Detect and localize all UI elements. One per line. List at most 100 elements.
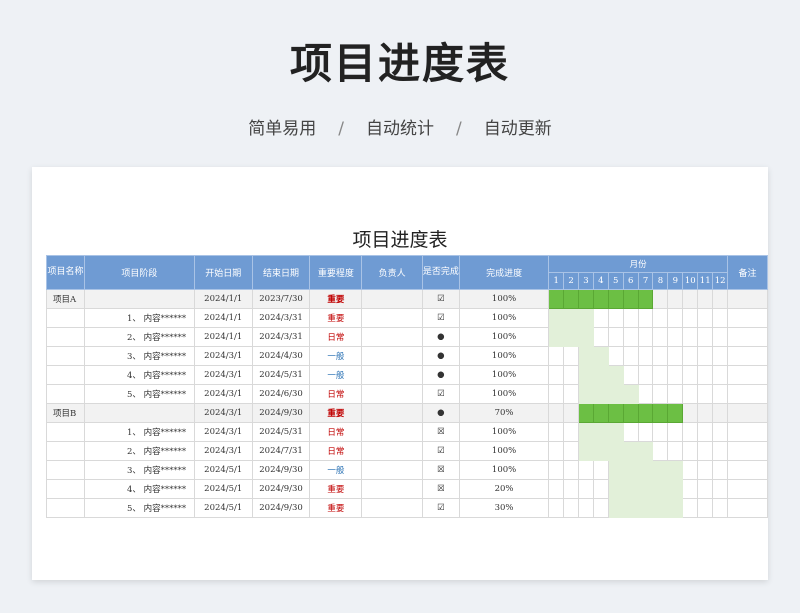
gantt-cell[interactable]	[548, 460, 565, 480]
cell-note[interactable]	[727, 346, 768, 366]
cell-progress[interactable]: 100%	[458, 308, 550, 328]
gantt-cell[interactable]	[563, 365, 580, 385]
gantt-cell[interactable]	[548, 365, 565, 385]
gantt-cell[interactable]	[712, 403, 729, 423]
gantt-cell[interactable]	[578, 308, 594, 328]
gantt-cell[interactable]	[682, 308, 699, 328]
gantt-cell[interactable]	[652, 479, 669, 499]
gantt-cell[interactable]	[697, 365, 714, 385]
gantt-cell[interactable]	[548, 289, 565, 309]
cell-owner[interactable]	[361, 384, 423, 404]
cell-note[interactable]	[727, 289, 768, 309]
cell-start-date[interactable]: 2024/3/1	[193, 441, 253, 461]
gantt-cell[interactable]	[697, 460, 714, 480]
gantt-cell[interactable]	[578, 422, 594, 442]
month-header-cell[interactable]: 10	[682, 272, 699, 290]
cell-stage[interactable]	[83, 289, 195, 309]
cell-owner[interactable]	[361, 308, 423, 328]
cell-owner[interactable]	[361, 327, 423, 347]
gantt-cell[interactable]	[607, 384, 624, 404]
gantt-cell[interactable]	[622, 327, 639, 347]
gantt-cell[interactable]	[667, 308, 684, 328]
gantt-cell[interactable]	[607, 460, 624, 480]
gantt-cell[interactable]	[682, 365, 699, 385]
cell-end-date[interactable]: 2024/3/31	[251, 308, 311, 328]
cell-project-name[interactable]	[46, 460, 85, 480]
cell-done-status[interactable]: ●	[421, 327, 460, 347]
gantt-cell[interactable]	[712, 384, 729, 404]
gantt-cell[interactable]	[712, 346, 729, 366]
cell-stage[interactable]: 5、 内容******	[83, 384, 195, 404]
cell-importance[interactable]: 重要	[309, 498, 363, 518]
gantt-cell[interactable]	[652, 384, 669, 404]
gantt-cell[interactable]	[682, 422, 699, 442]
cell-done-status[interactable]: ☑	[421, 441, 460, 461]
gantt-cell[interactable]	[697, 289, 714, 309]
gantt-cell[interactable]	[578, 365, 594, 385]
gantt-cell[interactable]	[652, 327, 669, 347]
cell-owner[interactable]	[361, 365, 423, 385]
cell-end-date[interactable]: 2024/9/30	[251, 460, 311, 480]
gantt-cell[interactable]	[563, 403, 580, 423]
gantt-cell[interactable]	[563, 308, 580, 328]
gantt-cell[interactable]	[652, 308, 669, 328]
month-header-cell[interactable]: 1	[548, 272, 565, 290]
gantt-cell[interactable]	[667, 346, 684, 366]
gantt-cell[interactable]	[592, 422, 609, 442]
cell-importance[interactable]: 重要	[309, 308, 363, 328]
cell-done-status[interactable]: ☑	[421, 384, 460, 404]
gantt-cell[interactable]	[697, 327, 714, 347]
cell-project-name[interactable]	[46, 498, 85, 518]
cell-stage[interactable]: 1、 内容******	[83, 308, 195, 328]
gantt-cell[interactable]	[652, 289, 669, 309]
cell-start-date[interactable]: 2024/5/1	[193, 498, 253, 518]
cell-project-name[interactable]: 项目A	[46, 289, 85, 309]
gantt-cell[interactable]	[682, 441, 699, 461]
gantt-cell[interactable]	[607, 498, 624, 518]
cell-importance[interactable]: 重要	[309, 403, 363, 423]
cell-start-date[interactable]: 2024/3/1	[193, 365, 253, 385]
gantt-cell[interactable]	[682, 346, 699, 366]
cell-done-status[interactable]: ●	[421, 346, 460, 366]
gantt-cell[interactable]	[563, 422, 580, 442]
cell-start-date[interactable]: 2024/1/1	[193, 308, 253, 328]
gantt-cell[interactable]	[607, 327, 624, 347]
gantt-cell[interactable]	[697, 498, 714, 518]
cell-importance[interactable]: 重要	[309, 289, 363, 309]
cell-note[interactable]	[727, 365, 768, 385]
gantt-cell[interactable]	[622, 498, 639, 518]
header-name[interactable]: 项目名称	[46, 255, 85, 290]
gantt-cell[interactable]	[682, 289, 699, 309]
cell-project-name[interactable]	[46, 327, 85, 347]
cell-done-status[interactable]: ☒	[421, 460, 460, 480]
cell-stage[interactable]: 1、 内容******	[83, 422, 195, 442]
cell-owner[interactable]	[361, 460, 423, 480]
gantt-cell[interactable]	[548, 441, 565, 461]
gantt-cell[interactable]	[622, 403, 639, 423]
gantt-cell[interactable]	[592, 327, 609, 347]
gantt-cell[interactable]	[697, 384, 714, 404]
gantt-cell[interactable]	[667, 479, 684, 499]
cell-start-date[interactable]: 2024/5/1	[193, 479, 253, 499]
cell-importance[interactable]: 重要	[309, 479, 363, 499]
gantt-cell[interactable]	[563, 498, 580, 518]
cell-stage[interactable]: 5、 内容******	[83, 498, 195, 518]
header-progress[interactable]: 完成进度	[458, 255, 550, 290]
cell-end-date[interactable]: 2024/9/30	[251, 498, 311, 518]
gantt-cell[interactable]	[563, 289, 580, 309]
gantt-cell[interactable]	[622, 384, 639, 404]
gantt-cell[interactable]	[637, 384, 654, 404]
gantt-cell[interactable]	[712, 479, 729, 499]
gantt-cell[interactable]	[548, 498, 565, 518]
gantt-cell[interactable]	[592, 460, 609, 480]
cell-end-date[interactable]: 2024/5/31	[251, 365, 311, 385]
gantt-cell[interactable]	[637, 289, 654, 309]
gantt-cell[interactable]	[667, 441, 684, 461]
gantt-cell[interactable]	[667, 460, 684, 480]
cell-note[interactable]	[727, 498, 768, 518]
cell-start-date[interactable]: 2024/3/1	[193, 384, 253, 404]
gantt-cell[interactable]	[622, 422, 639, 442]
gantt-cell[interactable]	[652, 422, 669, 442]
gantt-cell[interactable]	[548, 308, 565, 328]
gantt-cell[interactable]	[682, 403, 699, 423]
